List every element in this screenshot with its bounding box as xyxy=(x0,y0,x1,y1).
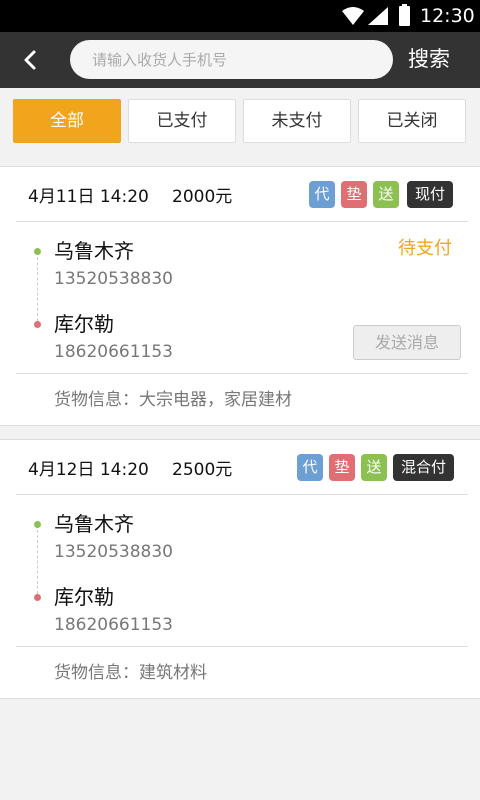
origin-city: 乌鲁木齐 xyxy=(54,512,134,536)
battery-icon xyxy=(399,4,410,26)
origin-phone: 13520538830 xyxy=(54,269,173,289)
order-card[interactable]: 4月11日 14:20 2000元 代 垫 送 现付 乌鲁木齐 13520538… xyxy=(0,166,480,426)
order-card[interactable]: 4月12日 14:20 2500元 代 垫 送 混合付 乌鲁木齐 1352053… xyxy=(0,439,480,699)
destination-phone: 18620661153 xyxy=(54,615,173,635)
search-input[interactable] xyxy=(70,40,393,79)
destination-dot-icon xyxy=(34,594,41,601)
goods-info: 货物信息：建筑材料 xyxy=(54,663,207,683)
tag-delivery: 送 xyxy=(361,454,387,481)
origin-phone: 13520538830 xyxy=(54,542,173,562)
divider xyxy=(16,221,468,222)
tab-unpaid[interactable]: 未支付 xyxy=(243,99,351,143)
wifi-icon xyxy=(342,7,364,25)
app-bar: 搜索 xyxy=(0,32,480,88)
divider xyxy=(16,646,468,647)
filter-tabs: 全部 已支付 未支付 已关闭 xyxy=(0,88,480,166)
destination-phone: 18620661153 xyxy=(54,342,173,362)
payment-badge: 现付 xyxy=(407,181,454,208)
route-line xyxy=(37,257,38,321)
payment-badge: 混合付 xyxy=(393,454,455,481)
back-arrow-icon[interactable] xyxy=(18,47,46,73)
search-button[interactable]: 搜索 xyxy=(408,46,450,72)
tab-closed[interactable]: 已关闭 xyxy=(358,99,466,143)
tab-paid[interactable]: 已支付 xyxy=(128,99,236,143)
tag-collect: 代 xyxy=(297,454,323,481)
goods-info: 货物信息：大宗电器，家居建材 xyxy=(54,390,292,410)
status-time: 12:30 xyxy=(420,5,475,27)
send-message-button[interactable]: 发送消息 xyxy=(353,325,461,360)
tag-collect: 代 xyxy=(309,181,335,208)
tag-delivery: 送 xyxy=(373,181,399,208)
destination-city: 库尔勒 xyxy=(54,312,114,336)
order-date: 4月11日 14:20 xyxy=(28,187,149,207)
order-amount: 2000元 xyxy=(172,187,233,207)
status-bar: 12:30 xyxy=(0,0,480,32)
divider xyxy=(16,494,468,495)
tag-advance: 垫 xyxy=(341,181,367,208)
destination-dot-icon xyxy=(34,321,41,328)
order-status: 待支付 xyxy=(398,238,452,259)
order-date: 4月12日 14:20 xyxy=(28,460,149,480)
order-amount: 2500元 xyxy=(172,460,233,480)
tab-all[interactable]: 全部 xyxy=(13,99,121,143)
divider xyxy=(16,373,468,374)
origin-dot-icon xyxy=(34,521,41,528)
signal-icon xyxy=(368,7,388,25)
route-line xyxy=(37,530,38,594)
destination-city: 库尔勒 xyxy=(54,585,114,609)
origin-city: 乌鲁木齐 xyxy=(54,239,134,263)
tag-advance: 垫 xyxy=(329,454,355,481)
origin-dot-icon xyxy=(34,248,41,255)
